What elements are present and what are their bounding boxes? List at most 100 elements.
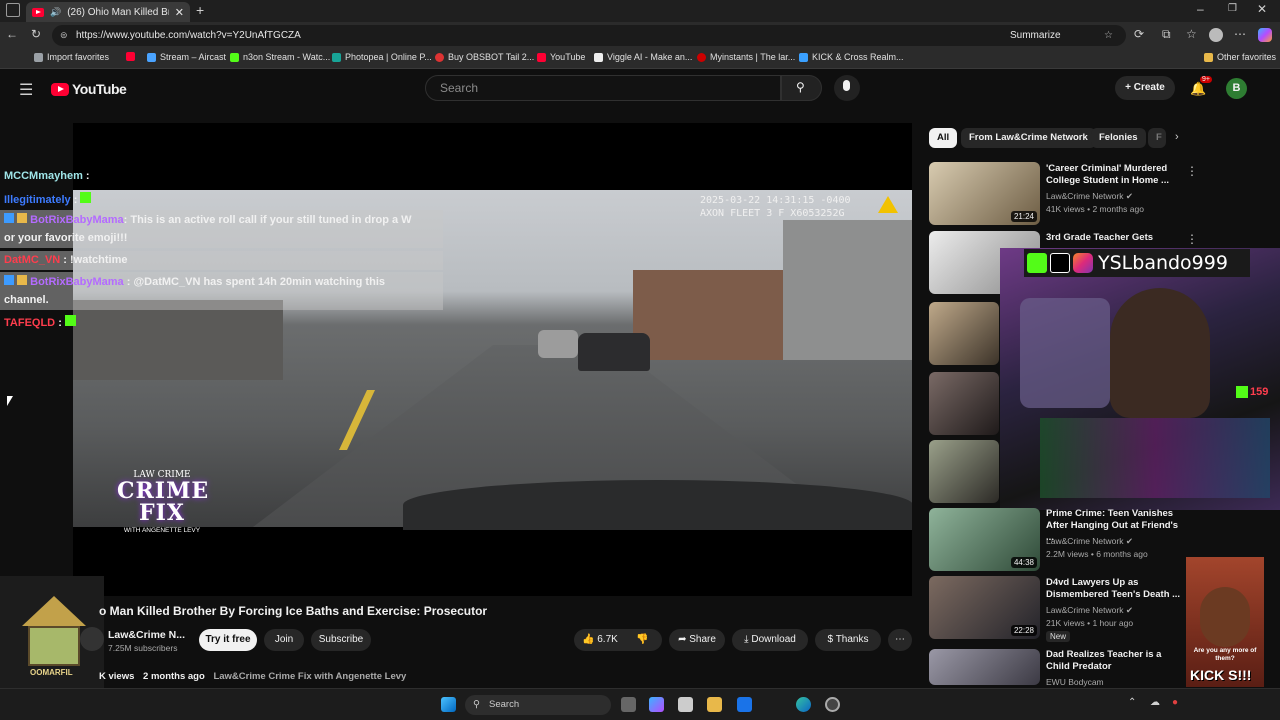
more-actions-button[interactable]: ⋯ [888,629,912,651]
minimize-button[interactable]: – [1197,2,1204,16]
related-thumbnail[interactable] [929,372,999,435]
search-button[interactable]: ⚲ [781,75,822,101]
other-favorites[interactable]: Other favorites [1204,52,1276,62]
speaker-icon[interactable]: 🔊 [50,7,61,18]
bookmark-item[interactable]: KICK & Cross Realm... [799,52,904,62]
kick-small-icon [1236,386,1248,398]
related-title[interactable]: 3rd Grade Teacher Gets [1046,232,1186,244]
tab-actions-icon[interactable] [6,3,20,17]
bookmark-item[interactable]: n3on Stream - Watc... [230,52,330,62]
extensions-icon[interactable]: ⟳ [1134,27,1144,41]
thanks-button[interactable]: $ Thanks [815,629,881,651]
new-badge: New [1046,631,1071,642]
outlook-icon[interactable] [737,697,752,712]
search-input[interactable]: Search [425,75,781,101]
tray-chevron-icon[interactable]: ⌃ [1128,697,1136,708]
social-banner: YSLbando999 [1024,249,1250,277]
like-button[interactable]: 👍 6.7K [582,629,628,651]
bookmark-item[interactable] [126,52,135,61]
store-icon[interactable] [678,697,693,712]
try-free-button[interactable]: Try it free [199,629,257,651]
related-title[interactable]: D4vd Lawyers Up as Dismembered Teen's De… [1046,577,1186,601]
youtube-logo[interactable]: YouTube [51,81,127,97]
tab-close-icon[interactable]: ✕ [175,6,184,19]
video-player[interactable]: 2025-03-22 14:31:15 -0400 AXON FLEET 3 F… [73,123,912,596]
youtube-play-icon [51,82,69,96]
bookmark-item[interactable]: Import favorites [34,52,109,62]
summarize-label[interactable]: Summarize [1010,25,1061,46]
bookmark-item[interactable]: Stream – Aircast [147,52,226,62]
download-button[interactable]: ⤓ Download [732,629,808,651]
close-window-button[interactable]: ✕ [1257,2,1267,16]
related-thumbnail[interactable]: 44:38 [929,508,1040,571]
verified-icon: ✔ [1125,191,1133,201]
related-title[interactable]: 'Career Criminal' Murdered College Stude… [1046,163,1186,187]
bookmark-item[interactable]: YouTube [537,52,585,62]
active-tab[interactable]: 🔊 (26) Ohio Man Killed Brothe ✕ [26,2,190,22]
task-view-icon[interactable] [621,697,636,712]
bookmarks-bar: Import favorites Stream – Aircast n3on S… [0,49,1280,69]
related-thumbnail[interactable] [929,302,999,365]
mouse-cursor-icon [7,396,13,406]
hamburger-menu-icon[interactable]: ☰ [19,80,33,100]
mic-off-icon[interactable]: ● [1172,697,1178,708]
join-button[interactable]: Join [264,629,304,651]
taskbar-search[interactable]: ⚲ Search [465,695,611,715]
taskbar-search-label: Search [489,699,520,710]
aircast-icon [147,52,156,62]
channel-avatar[interactable] [80,627,104,651]
profile-avatar[interactable] [1209,28,1223,42]
maximize-button[interactable]: ❐ [1228,3,1237,14]
bookmark-label: Buy OBSBOT Tail 2... [448,52,535,62]
kebab-menu-icon[interactable]: ⋮ [1186,164,1198,178]
copilot-taskbar-icon[interactable] [649,697,664,712]
subscriber-count: 7.25M subscribers [108,643,178,653]
bookmark-item[interactable]: Viggle AI - Make an... [594,52,692,62]
chat-message: DatMC_VN : !watchtime [4,254,127,266]
edge-icon[interactable] [796,697,811,712]
site-info-icon[interactable]: ⊜ [60,25,68,46]
bookmark-item[interactable]: Buy OBSBOT Tail 2... [435,52,534,62]
refresh-icon[interactable]: ↻ [31,27,41,41]
create-button[interactable]: + Create [1115,76,1175,100]
logo-sub-text: WITH ANGENETTE LEVY [123,527,201,534]
share-button[interactable]: ➦ Share [669,629,725,651]
notifications-button[interactable]: 🔔 9+ [1190,76,1212,98]
dislike-button[interactable]: 👎 [636,629,648,651]
related-meta: 2.2M views • 6 months ago [1046,549,1148,559]
chat-text: : !watchtime [63,254,128,266]
kebab-menu-icon[interactable]: ⋮ [1186,232,1198,246]
extension-puzzle-icon[interactable]: ⧉ [1162,27,1171,42]
star-icon[interactable]: ☆ [1104,25,1113,46]
more-menu-icon[interactable]: ⋯ [1234,27,1246,41]
url-field[interactable]: ⊜ https://www.youtube.com/watch?v=Y2UnAf… [52,25,1126,46]
related-thumbnail[interactable]: 22:28 [929,576,1040,639]
favorites-icon[interactable]: ☆ [1186,27,1197,41]
obs-icon[interactable] [825,697,840,712]
streamer-handle: YSLbando999 [1098,252,1228,274]
chip-felonies[interactable]: Felonies [1091,128,1146,148]
show-link[interactable]: Law&Crime Crime Fix with Angenette Levy [213,671,406,682]
related-title[interactable]: Dad Realizes Teacher is a Child Predator [1046,649,1186,673]
cloud-icon[interactable]: ☁ [1150,697,1160,708]
subscribe-button[interactable]: Subscribe [311,629,371,651]
bookmark-item[interactable]: Myinstants | The lar... [697,52,795,62]
chip-more[interactable]: F [1148,128,1166,148]
voice-search-button[interactable] [834,75,860,101]
related-thumbnail[interactable] [929,649,1040,685]
thumbs-down-icon: 👎 [636,634,649,645]
chip-all[interactable]: All [929,128,958,148]
file-explorer-icon[interactable] [707,697,722,712]
related-thumbnail[interactable]: 21:24 [929,162,1040,225]
chip-from-channel[interactable]: From Law&Crime Network [961,128,1096,148]
copilot-icon[interactable] [1258,28,1272,42]
account-avatar[interactable]: B [1226,78,1247,99]
windows-start-icon[interactable] [441,697,456,712]
back-icon[interactable]: ← [6,27,18,41]
channel-name[interactable]: Law&Crime N... [108,629,185,641]
bookmark-item[interactable]: Photopea | Online P... [332,52,432,62]
new-tab-button[interactable]: + [196,2,204,18]
chevron-right-icon[interactable]: › [1175,131,1179,143]
tiktok-icon [1050,253,1070,273]
related-thumbnail[interactable] [929,440,999,503]
